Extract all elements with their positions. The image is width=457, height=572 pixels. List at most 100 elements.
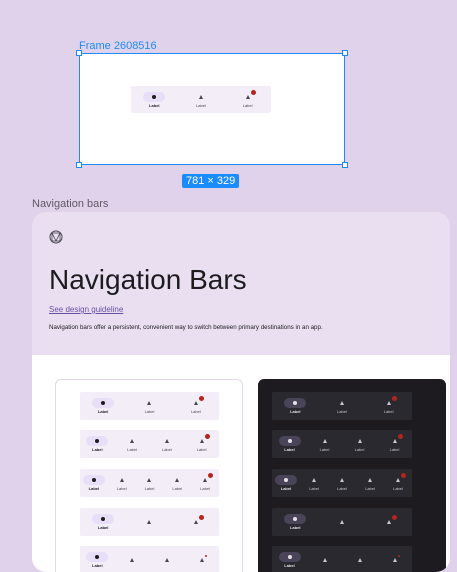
nav-item[interactable]: Label bbox=[136, 475, 164, 491]
triangle-icon bbox=[175, 478, 180, 482]
triangle-icon bbox=[147, 478, 152, 482]
navigation-bar: Label Label Label Label Label bbox=[80, 469, 219, 497]
nav-label: Label bbox=[149, 102, 160, 108]
nav-item[interactable]: Label bbox=[133, 398, 165, 414]
triangle-icon bbox=[130, 558, 135, 562]
nav-item[interactable]: Label bbox=[80, 475, 108, 491]
circle-icon bbox=[287, 555, 292, 559]
resize-handle-bottom-left[interactable] bbox=[76, 162, 82, 168]
nav-label: Label bbox=[97, 409, 109, 414]
nav-item-3[interactable]: Label bbox=[232, 89, 264, 108]
nav-item[interactable]: Label bbox=[379, 434, 411, 452]
nav-label: Label bbox=[337, 486, 347, 491]
selected-frame[interactable]: Label Label Label bbox=[79, 53, 345, 165]
triangle-icon bbox=[164, 439, 169, 443]
triangle-icon bbox=[357, 558, 362, 562]
nav-item[interactable]: Label bbox=[300, 475, 328, 491]
nav-item-2[interactable]: Label bbox=[185, 92, 217, 108]
nav-item[interactable] bbox=[180, 515, 212, 527]
circle-icon bbox=[91, 478, 96, 482]
active-indicator bbox=[143, 91, 166, 102]
navigation-bar: Label Label Label Label bbox=[80, 430, 219, 458]
triangle-icon bbox=[199, 439, 204, 443]
circle-icon bbox=[287, 439, 292, 443]
nav-item[interactable] bbox=[186, 555, 218, 565]
triangle-icon bbox=[147, 401, 152, 405]
nav-item[interactable] bbox=[344, 555, 376, 565]
triangle-icon bbox=[339, 401, 344, 405]
nav-label: Label bbox=[88, 486, 100, 491]
nav-item[interactable]: Label bbox=[180, 396, 212, 414]
navigation-bar: Label bbox=[80, 508, 219, 536]
navigation-bars-card: Navigation Bars See design guideline Nav… bbox=[32, 212, 450, 572]
triangle-icon bbox=[322, 439, 327, 443]
nav-item[interactable]: Label bbox=[328, 475, 356, 491]
nav-item[interactable]: Label bbox=[151, 436, 183, 452]
triangle-icon bbox=[198, 94, 203, 99]
nav-item[interactable]: Label bbox=[309, 436, 341, 452]
nav-item[interactable]: Label bbox=[116, 436, 148, 452]
resize-handle-bottom-right[interactable] bbox=[342, 162, 348, 168]
nav-item[interactable]: Label bbox=[279, 514, 311, 530]
nav-item[interactable]: Label bbox=[87, 398, 119, 414]
notification-badge bbox=[401, 473, 406, 478]
triangle-icon bbox=[119, 478, 124, 482]
nav-item[interactable]: Label bbox=[108, 475, 136, 491]
nav-item[interactable]: Label bbox=[163, 475, 191, 491]
light-theme-panel: Label Label Label Label Label Label Labe… bbox=[55, 379, 243, 572]
nav-item[interactable]: Label bbox=[272, 475, 300, 491]
circle-icon bbox=[284, 478, 288, 482]
nav-item[interactable] bbox=[309, 555, 341, 565]
page-title: Navigation Bars bbox=[49, 264, 247, 295]
nav-item[interactable]: Label bbox=[373, 396, 405, 414]
nav-label: Label bbox=[127, 447, 138, 452]
triangle-icon bbox=[312, 478, 316, 482]
triangle-icon bbox=[392, 558, 397, 562]
nav-item-1[interactable]: Label bbox=[138, 91, 170, 108]
nav-item[interactable] bbox=[379, 555, 411, 565]
nav-item[interactable]: Label bbox=[81, 436, 113, 452]
navigation-bar: Label Label Label Label bbox=[272, 430, 412, 458]
frame-label[interactable]: Frame 2608516 bbox=[79, 40, 157, 52]
navigation-bar: Label Label Label bbox=[272, 392, 412, 420]
nav-item[interactable]: Label bbox=[274, 436, 306, 452]
nav-label: Label bbox=[196, 102, 206, 108]
triangle-icon bbox=[340, 478, 344, 482]
triangle-icon bbox=[386, 401, 391, 405]
circle-icon bbox=[101, 401, 106, 405]
nav-item[interactable] bbox=[133, 517, 165, 527]
triangle-icon bbox=[392, 439, 397, 443]
navigation-bar: Label bbox=[272, 546, 412, 572]
nav-label: Label bbox=[190, 409, 201, 414]
triangle-icon bbox=[339, 520, 344, 524]
nav-item[interactable]: Label bbox=[326, 398, 358, 414]
navigation-bar: Label Label Label Label Label bbox=[272, 469, 412, 497]
nav-item[interactable]: Label bbox=[191, 473, 219, 491]
notification-badge bbox=[198, 396, 204, 401]
nav-item[interactable] bbox=[326, 517, 358, 527]
nav-item[interactable] bbox=[151, 555, 183, 565]
resize-handle-top-left[interactable] bbox=[76, 50, 82, 56]
design-guideline-link[interactable]: See design guideline bbox=[49, 305, 123, 314]
nav-item[interactable] bbox=[116, 555, 148, 565]
nav-label: Label bbox=[290, 409, 301, 414]
nav-label: Label bbox=[309, 486, 319, 491]
triangle-icon bbox=[357, 439, 362, 443]
resize-handle-top-right[interactable] bbox=[342, 50, 348, 56]
nav-item[interactable]: Label bbox=[87, 514, 119, 530]
nav-item[interactable]: Label bbox=[384, 473, 412, 491]
notification-badge bbox=[250, 89, 256, 95]
nav-item[interactable]: Label bbox=[279, 398, 311, 414]
nav-item[interactable] bbox=[373, 515, 405, 527]
nav-item[interactable]: Label bbox=[186, 434, 218, 452]
dimensions-badge: 781 × 329 bbox=[182, 174, 240, 188]
triangle-icon bbox=[130, 439, 135, 443]
nav-item[interactable]: Label bbox=[344, 436, 376, 452]
nav-item[interactable]: Label bbox=[356, 475, 384, 491]
notification-badge bbox=[397, 434, 403, 439]
nav-label: Label bbox=[393, 486, 403, 491]
section-label[interactable]: Navigation bars bbox=[32, 198, 108, 210]
navigation-bar: Label bbox=[272, 508, 412, 536]
navigation-bar-preview: Label Label Label bbox=[131, 86, 271, 113]
notification-dot bbox=[204, 555, 207, 557]
